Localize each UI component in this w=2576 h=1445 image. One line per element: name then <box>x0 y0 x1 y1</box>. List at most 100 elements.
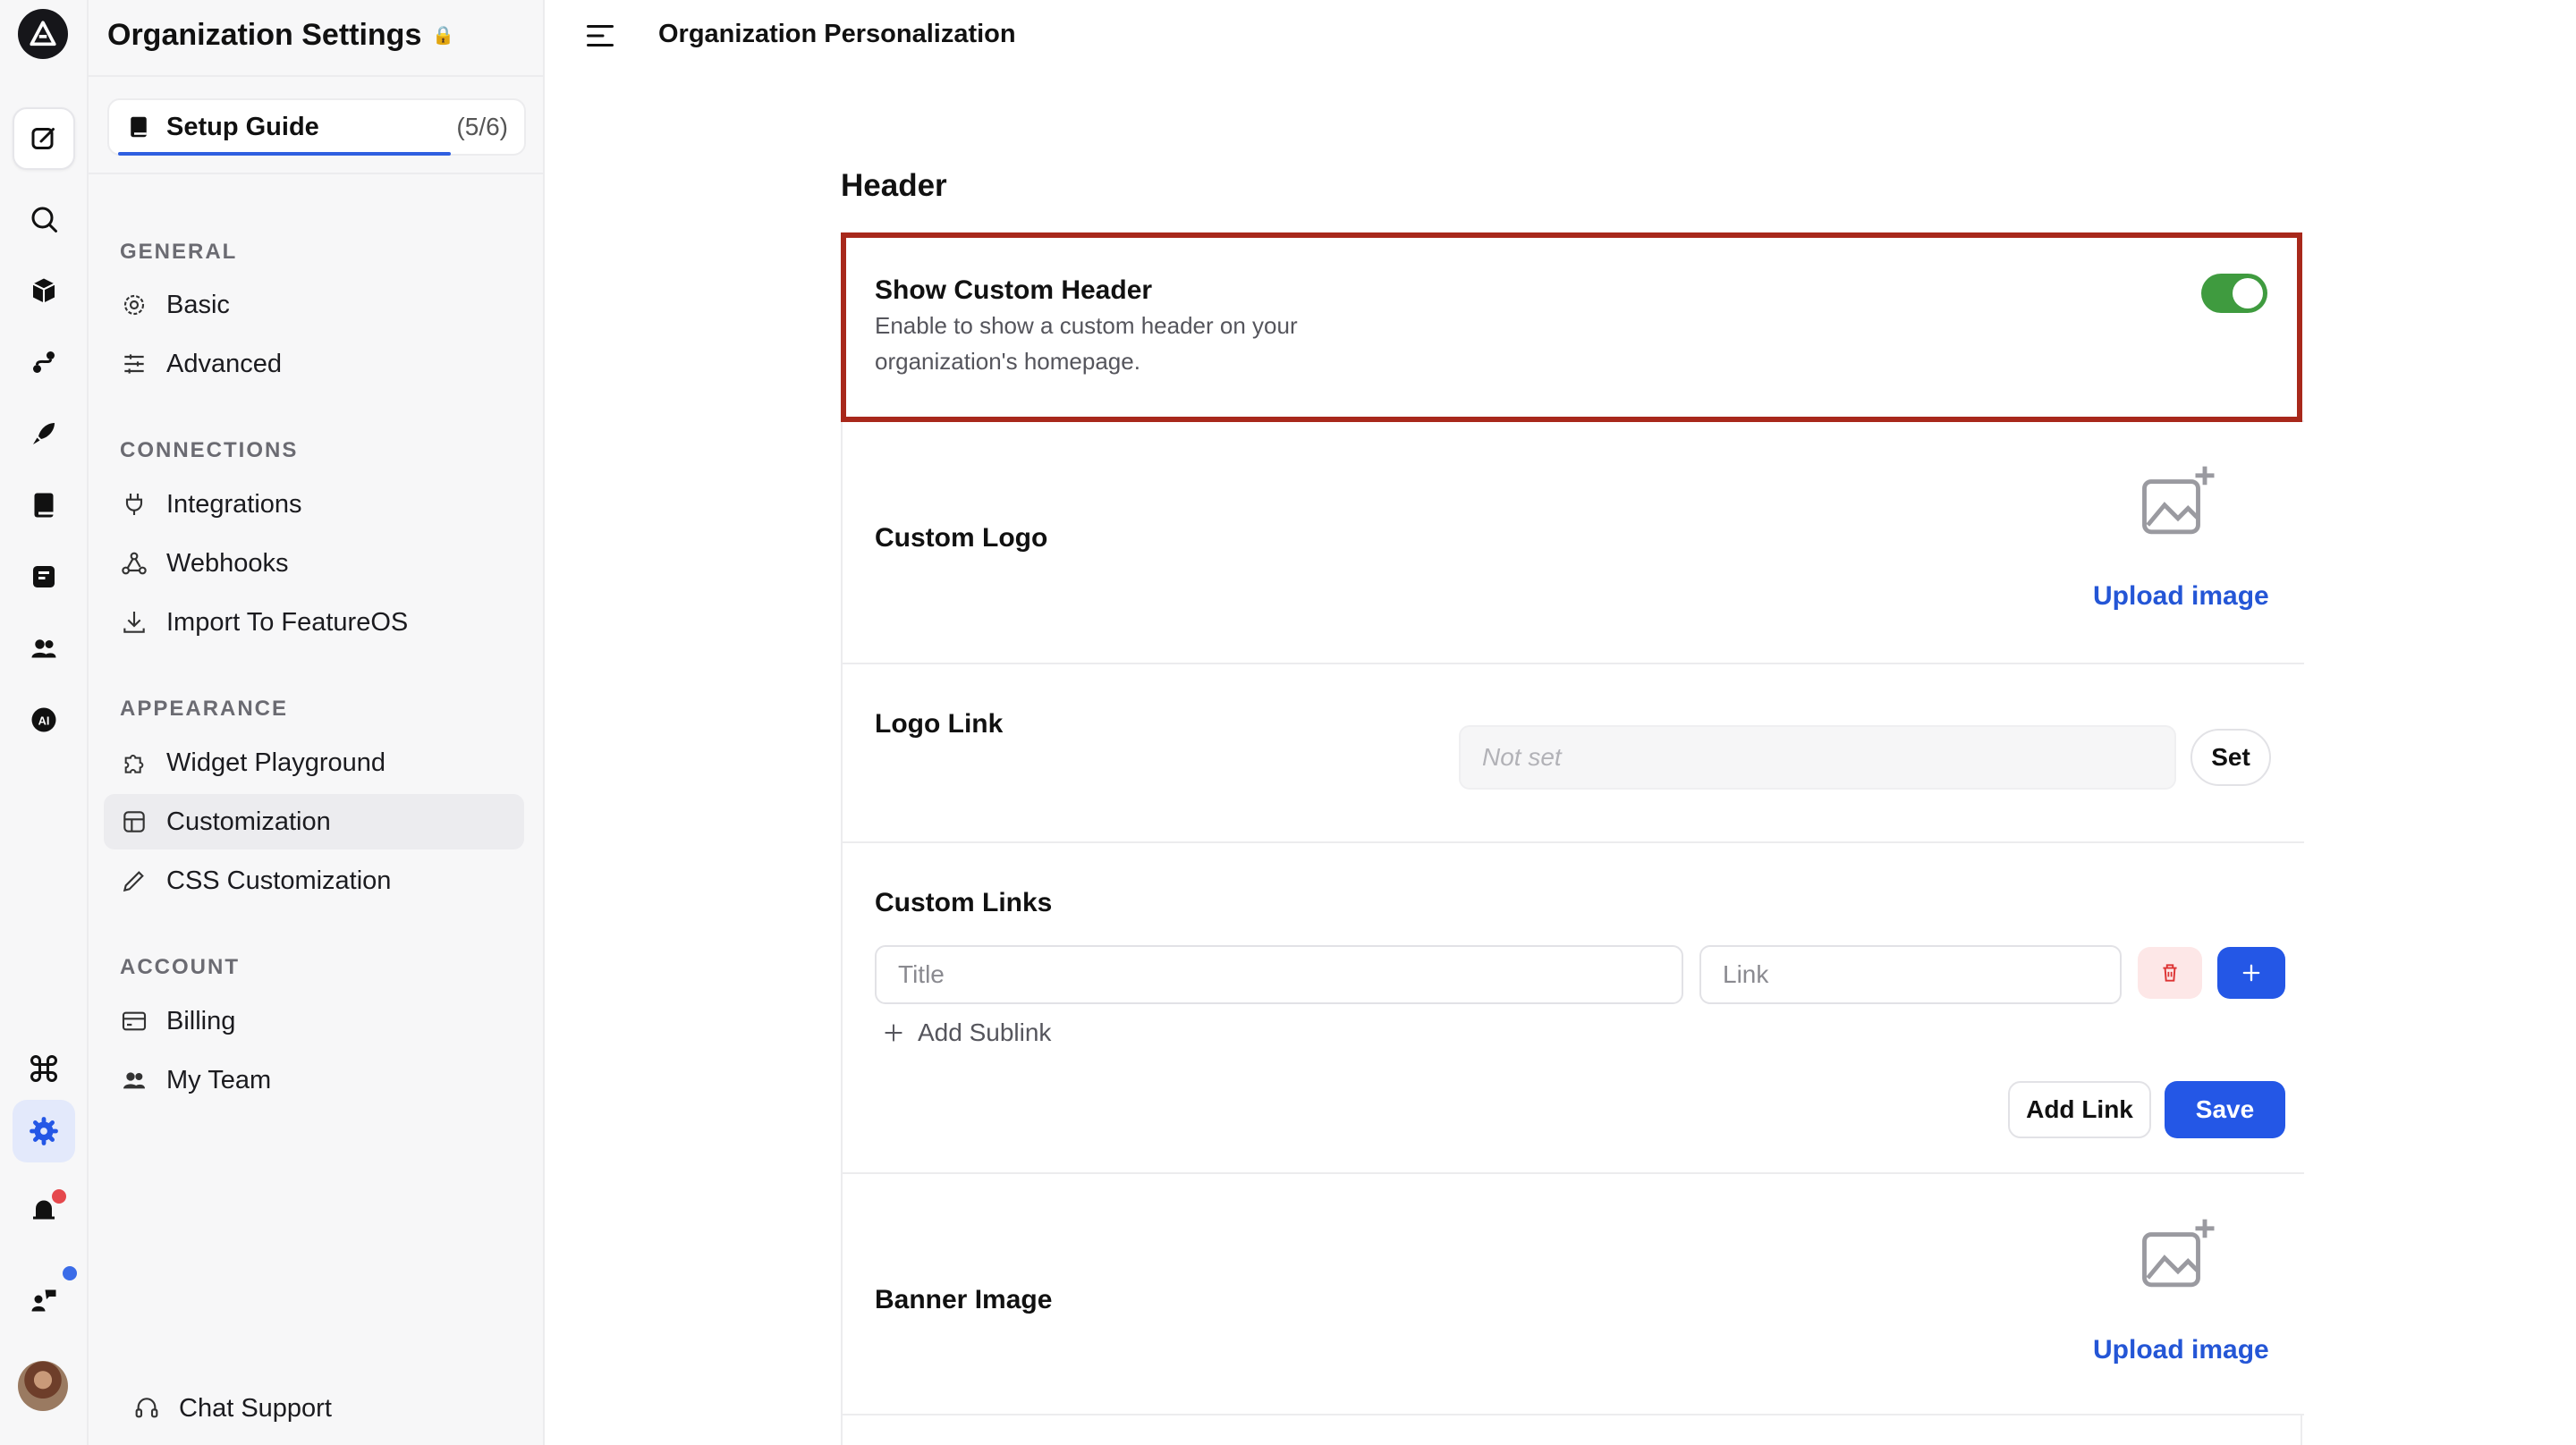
rail-command-button[interactable] <box>13 1037 75 1100</box>
save-links-button[interactable]: Save <box>2165 1081 2285 1138</box>
setup-guide-count: (5/6) <box>456 113 508 140</box>
logo-link-row: Logo Link Not set Set <box>843 664 2304 843</box>
trash-icon <box>2163 964 2177 982</box>
highlight-box <box>841 232 2302 422</box>
set-logo-link-button[interactable]: Set <box>2190 729 2271 786</box>
icon-rail: AI <box>0 0 89 1445</box>
add-link-button[interactable]: Add Link <box>2008 1081 2151 1138</box>
sidebar-item-label: My Team <box>166 1065 272 1094</box>
sidebar-item-import[interactable]: Import To FeatureOS <box>104 595 524 650</box>
custom-logo-row: Custom Logo Upload image <box>843 422 2304 664</box>
sidebar-item-my-team[interactable]: My Team <box>104 1052 524 1108</box>
sidebar-divider <box>89 173 545 174</box>
logo-link-input[interactable]: Not set <box>1459 725 2176 790</box>
sidebar-item-webhooks[interactable]: Webhooks <box>104 536 524 591</box>
custom-links-title: Custom Links <box>875 888 1053 917</box>
link-url-input[interactable]: Link <box>1699 945 2122 1004</box>
rail-community-button[interactable] <box>13 1266 77 1331</box>
sidebar-item-css-customization[interactable]: CSS Customization <box>104 853 524 908</box>
add-link-row-button[interactable] <box>2217 947 2285 999</box>
sliders-icon <box>124 354 144 374</box>
setup-guide-button[interactable]: Setup Guide (5/6) <box>107 98 526 156</box>
sidebar-item-label: Import To FeatureOS <box>166 607 409 637</box>
settings-sidebar: Organization Settings 🔒 Setup Guide (5/6… <box>89 0 545 1445</box>
sidebar-toggle-icon[interactable] <box>584 20 616 52</box>
rail-search-button[interactable] <box>13 188 75 250</box>
rail-box-button[interactable] <box>13 259 75 322</box>
chat-users-icon <box>31 1289 56 1312</box>
rail-changelog-button[interactable] <box>13 402 75 465</box>
link-title-input[interactable]: Title <box>875 945 1683 1004</box>
community-badge <box>63 1266 77 1280</box>
upload-banner-link[interactable]: Upload image <box>2093 1335 2269 1365</box>
ai-icon: AI <box>31 707 56 732</box>
sidebar-item-billing[interactable]: Billing <box>104 993 524 1049</box>
notification-badge <box>52 1189 66 1204</box>
setup-guide-label: Setup Guide <box>166 112 319 141</box>
download-icon <box>123 612 145 633</box>
search-icon <box>31 207 57 232</box>
add-sublink-button[interactable]: Add Sublink <box>882 1018 1051 1047</box>
roadmap-icon <box>33 351 55 373</box>
rail-notifications-button[interactable] <box>13 1179 75 1241</box>
banner-image-title: Banner Image <box>875 1285 1053 1314</box>
users-icon <box>31 639 56 658</box>
box-icon <box>32 278 55 303</box>
rocket-icon <box>33 423 55 444</box>
sidebar-item-label: Customization <box>166 807 331 836</box>
team-icon <box>123 1072 145 1089</box>
rail-knowledge-button[interactable] <box>13 474 75 537</box>
sidebar-item-widget-playground[interactable]: Widget Playground <box>104 735 524 790</box>
survey-icon <box>33 566 55 587</box>
avatar[interactable] <box>18 1361 68 1411</box>
sidebar-item-basic[interactable]: Basic <box>104 277 524 333</box>
sidebar-item-customization[interactable]: Customization <box>104 794 524 849</box>
upload-logo-link[interactable]: Upload image <box>2093 581 2269 612</box>
chat-support-label: Chat Support <box>179 1393 332 1423</box>
section-heading: Header <box>841 168 947 203</box>
sidebar-divider <box>89 75 545 77</box>
sidebar-item-integrations[interactable]: Integrations <box>104 477 524 532</box>
lock-icon: 🔒 <box>432 26 455 46</box>
sidebar-item-label: Basic <box>166 290 230 319</box>
rail-edit-button[interactable] <box>13 107 75 170</box>
logo-icon <box>30 21 56 46</box>
webhook-icon <box>122 552 147 575</box>
sidebar-item-advanced[interactable]: Advanced <box>104 336 524 392</box>
sidebar-item-label: CSS Customization <box>166 866 392 895</box>
puzzle-icon <box>124 755 144 773</box>
command-icon <box>30 1055 57 1082</box>
banner-image-row: Banner Image Upload image <box>843 1174 2304 1415</box>
sidebar-title: Organization Settings 🔒 <box>107 18 454 53</box>
sidebar-item-label: Widget Playground <box>166 748 386 777</box>
book-icon <box>131 116 147 138</box>
section-account: ACCOUNT <box>120 955 240 979</box>
setup-progress-bar <box>118 152 451 156</box>
rail-surveys-button[interactable] <box>13 545 75 608</box>
custom-links-row: Custom Links Title Link Add Sublink Add … <box>843 843 2304 1174</box>
sidebar-item-label: Webhooks <box>166 548 289 578</box>
app-logo[interactable] <box>18 9 68 59</box>
plug-icon <box>125 494 143 515</box>
delete-link-button[interactable] <box>2138 947 2202 999</box>
pencil-icon <box>123 871 144 892</box>
app-root: AI Organization Settings 🔒 Setup Guide (… <box>0 0 2576 1445</box>
rail-users-button[interactable] <box>13 617 75 680</box>
add-sublink-label: Add Sublink <box>918 1018 1052 1046</box>
sidebar-item-label: Advanced <box>166 349 282 378</box>
edit-icon <box>31 128 55 149</box>
credit-card-icon <box>122 1011 147 1031</box>
rail-ai-button[interactable]: AI <box>13 689 75 751</box>
palette-icon <box>123 811 145 832</box>
page-title: Organization Personalization <box>658 20 1016 48</box>
rail-settings-button[interactable] <box>13 1100 75 1162</box>
sidebar-item-label: Billing <box>166 1006 236 1035</box>
plus-icon <box>2242 964 2260 982</box>
image-placeholder-icon <box>2142 1219 2215 1288</box>
rail-roadmap-button[interactable] <box>13 331 75 393</box>
svg-text:AI: AI <box>38 714 50 727</box>
book-icon <box>34 493 54 518</box>
logo-link-title: Logo Link <box>875 709 1004 739</box>
chat-support-button[interactable]: Chat Support <box>116 1381 537 1436</box>
section-general: GENERAL <box>120 240 238 264</box>
